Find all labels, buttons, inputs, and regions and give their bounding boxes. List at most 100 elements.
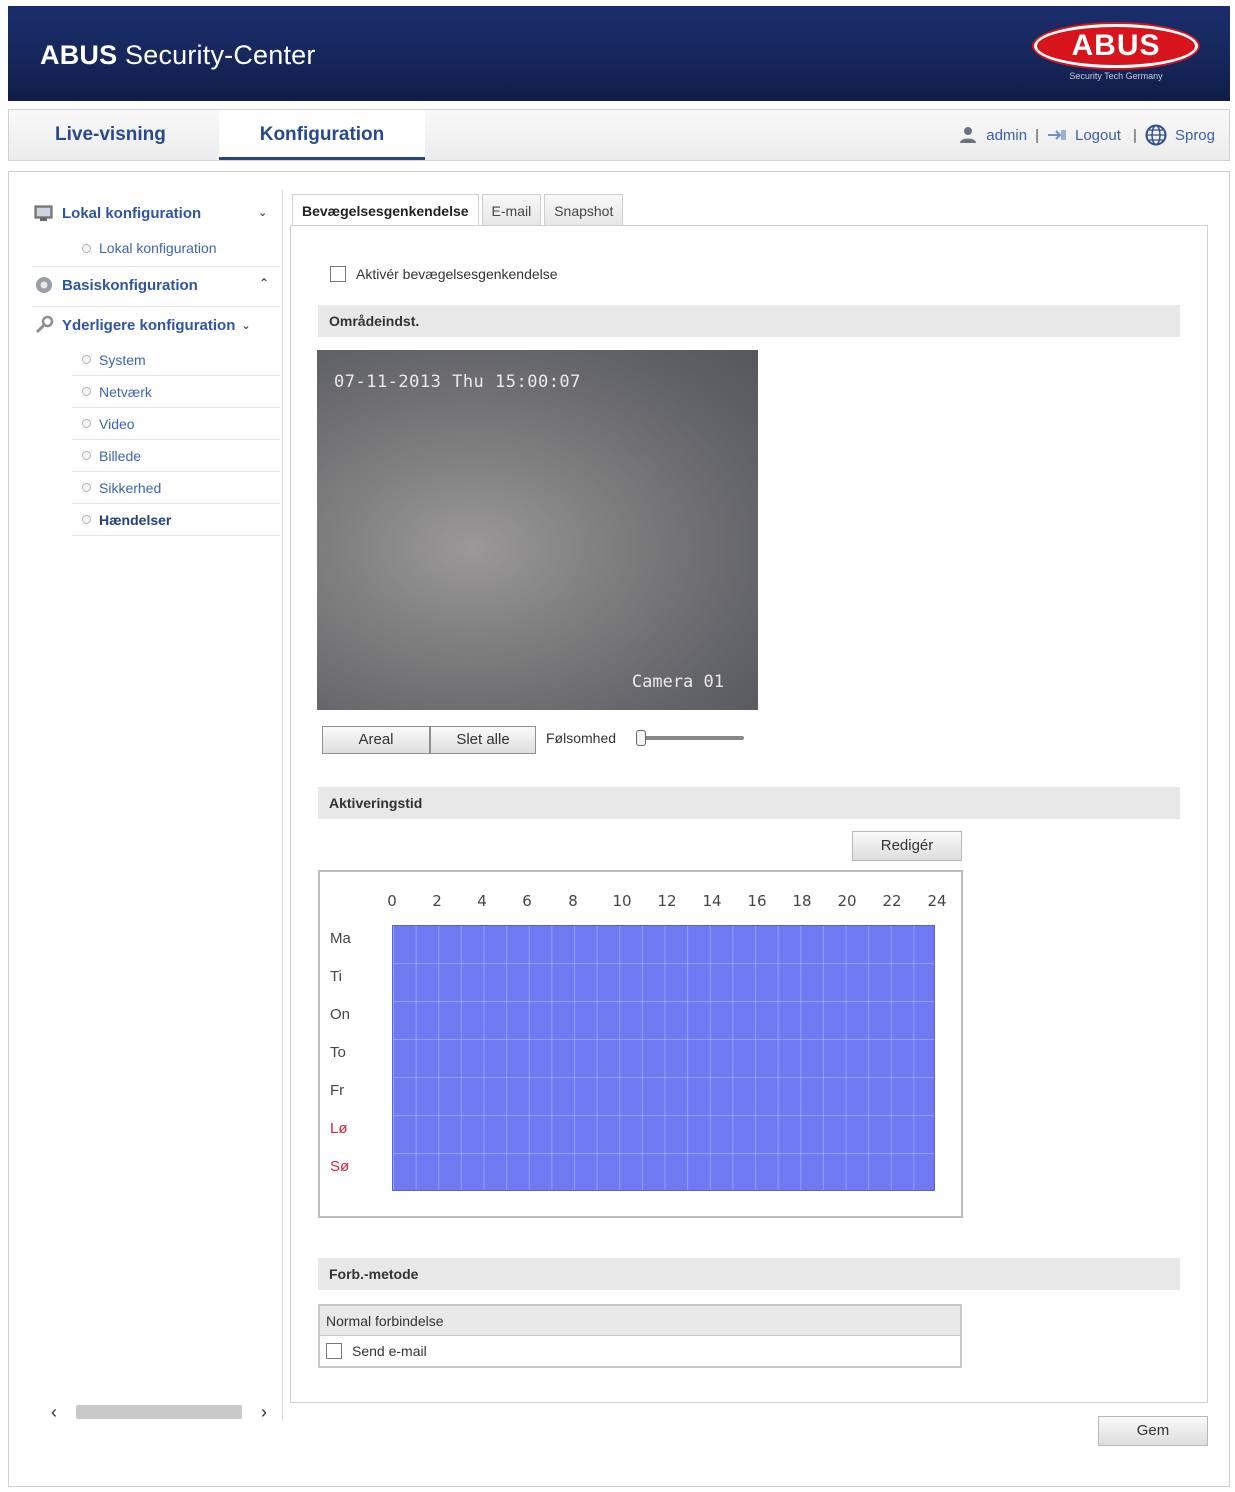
sidebar-item-label: Billede: [99, 447, 142, 464]
user-area: admin | Logout | Sprog: [958, 124, 1215, 146]
user-icon: [960, 127, 977, 143]
sidebar-item-image[interactable]: Billede: [72, 440, 280, 472]
separator: |: [1128, 126, 1137, 144]
username: admin: [986, 126, 1028, 144]
logout-icon: [1048, 130, 1066, 140]
sidebar-section-advanced[interactable]: Yderligere konfiguration ⌄: [34, 315, 251, 335]
tab-live-view[interactable]: Live-visning: [55, 110, 166, 160]
day-label: Lø: [330, 1120, 348, 1137]
hour-label: 18: [792, 892, 812, 910]
schedule-grid-container: 0 2 4 6 8 10 12 14 16 18 20 22 24 Ma Ti …: [318, 870, 963, 1218]
bullet-icon: [82, 355, 91, 364]
delete-all-button[interactable]: Slet alle: [430, 726, 536, 754]
bullet-icon: [82, 483, 91, 492]
day-label: Ma: [330, 930, 351, 947]
separator: |: [1035, 126, 1039, 144]
bullet-icon: [82, 515, 91, 524]
chevron-up-icon[interactable]: ⌃: [259, 276, 269, 290]
hour-label: 20: [837, 892, 857, 910]
bullet-icon: [82, 387, 91, 396]
content-tabs: Bevægelsesgenkendelse E-mail Snapshot: [292, 194, 624, 227]
sidebar-section-basic[interactable]: Basiskonfiguration: [34, 275, 198, 295]
tab-motion-detection[interactable]: Bevægelsesgenkendelse: [292, 194, 479, 227]
camera-name: Camera 01: [631, 672, 724, 692]
bullet-icon: [82, 419, 91, 428]
hour-label: 4: [477, 892, 487, 910]
hour-label: 0: [387, 892, 397, 910]
sidebar-item-events[interactable]: Hændelser: [72, 504, 280, 536]
sidebar-item-label: Lokal konfiguration: [99, 240, 217, 256]
send-email-label: Send e-mail: [352, 1343, 427, 1359]
hour-label: 24: [927, 892, 947, 910]
top-navigation: Live-visning Konfiguration admin | Logou…: [8, 109, 1230, 161]
area-button[interactable]: Areal: [322, 726, 430, 754]
section-activation-time: Aktiveringstid: [318, 787, 1180, 819]
day-label: Ti: [330, 968, 342, 985]
sidebar-item-security[interactable]: Sikkerhed: [72, 472, 280, 504]
section-area-settings: Områdeindst.: [318, 305, 1180, 337]
app-header: ABUS Security-Center ABUS Security Tech …: [8, 6, 1230, 101]
linkage-header: Normal forbindelse: [320, 1306, 960, 1336]
hour-label: 6: [522, 892, 532, 910]
sidebar-section-local[interactable]: Lokal konfiguration: [34, 204, 201, 222]
globe-icon: [1145, 124, 1167, 146]
chevron-down-icon[interactable]: ⌄: [258, 206, 267, 219]
sidebar-section-label: Lokal konfiguration: [62, 204, 202, 222]
divider: [32, 266, 280, 267]
linkage-table: Normal forbindelse Send e-mail: [318, 1304, 962, 1368]
scrollbar-thumb[interactable]: [76, 1405, 242, 1419]
day-label: Fr: [330, 1082, 345, 1099]
sensitivity-label: Følsomhed: [546, 730, 617, 746]
sidebar-item-video[interactable]: Video: [72, 408, 280, 440]
sidebar-item-local-config[interactable]: Lokal konfiguration: [72, 232, 280, 264]
hour-label: 22: [882, 892, 902, 910]
hour-label: 2: [432, 892, 442, 910]
camera-preview[interactable]: 07-11-2013 Thu 15:00:07 Camera 01: [317, 350, 758, 710]
monitor-icon: [34, 205, 53, 221]
sidebar-item-label: Sikkerhed: [99, 479, 162, 496]
sidebar-item-system[interactable]: System: [72, 344, 280, 376]
hour-label: 16: [747, 892, 767, 910]
save-button[interactable]: Gem: [1098, 1416, 1208, 1446]
day-label: To: [330, 1044, 346, 1061]
sidebar-item-label: Netværk: [99, 383, 152, 400]
tab-email[interactable]: E-mail: [481, 194, 542, 226]
wrench-icon: [35, 315, 54, 334]
bullet-icon: [82, 243, 91, 253]
chevron-left-icon[interactable]: ‹: [44, 1402, 64, 1423]
chevron-down-icon[interactable]: ⌄: [241, 319, 250, 332]
sidebar-section-label: Basiskonfiguration: [62, 276, 198, 294]
day-label: Sø: [330, 1158, 350, 1175]
tab-snapshot[interactable]: Snapshot: [544, 194, 624, 226]
enable-motion-row: Aktivér bevægelsesgenkendelse: [330, 266, 558, 282]
sidebar-item-network[interactable]: Netværk: [72, 376, 280, 408]
hour-label: 10: [612, 892, 632, 910]
sidebar-item-label: Hændelser: [99, 511, 172, 528]
logo-wordmark: ABUS: [1034, 24, 1198, 68]
chevron-right-icon[interactable]: ›: [254, 1402, 274, 1423]
hour-label: 14: [702, 892, 722, 910]
sensitivity-slider-handle[interactable]: [636, 730, 646, 746]
logo-subtext: Security Tech Germany: [1069, 71, 1163, 81]
sidebar-item-label: Video: [99, 415, 135, 432]
sensitivity-slider-track[interactable]: [640, 736, 744, 740]
edit-schedule-button[interactable]: Redigér: [852, 831, 962, 861]
logout-link[interactable]: Logout: [1075, 127, 1121, 144]
language-link[interactable]: Sprog: [1175, 127, 1215, 144]
sidebar-item-label: System: [99, 351, 146, 368]
schedule-grid[interactable]: [392, 925, 935, 1191]
day-label: On: [330, 1006, 351, 1023]
enable-motion-checkbox[interactable]: [330, 266, 346, 282]
tab-configuration[interactable]: Konfiguration: [219, 110, 425, 160]
app-title: ABUS Security-Center: [40, 40, 316, 70]
enable-motion-label: Aktivér bevægelsesgenkendelse: [356, 266, 558, 282]
camera-timestamp: 07-11-2013 Thu 15:00:07: [334, 372, 581, 392]
hour-label: 8: [568, 892, 578, 910]
bullet-icon: [82, 451, 91, 460]
send-email-checkbox[interactable]: [326, 1343, 342, 1359]
section-linkage-method: Forb.-metode: [318, 1258, 1180, 1290]
sidebar-horizontal-scrollbar[interactable]: ‹ ›: [44, 1401, 274, 1423]
sidebar: Lokal konfiguration ⌄ Lokal konfiguratio…: [28, 190, 283, 1420]
abus-logo: ABUS Security Tech Germany: [1034, 24, 1198, 86]
sidebar-section-label: Yderligere konfiguration: [62, 316, 236, 334]
